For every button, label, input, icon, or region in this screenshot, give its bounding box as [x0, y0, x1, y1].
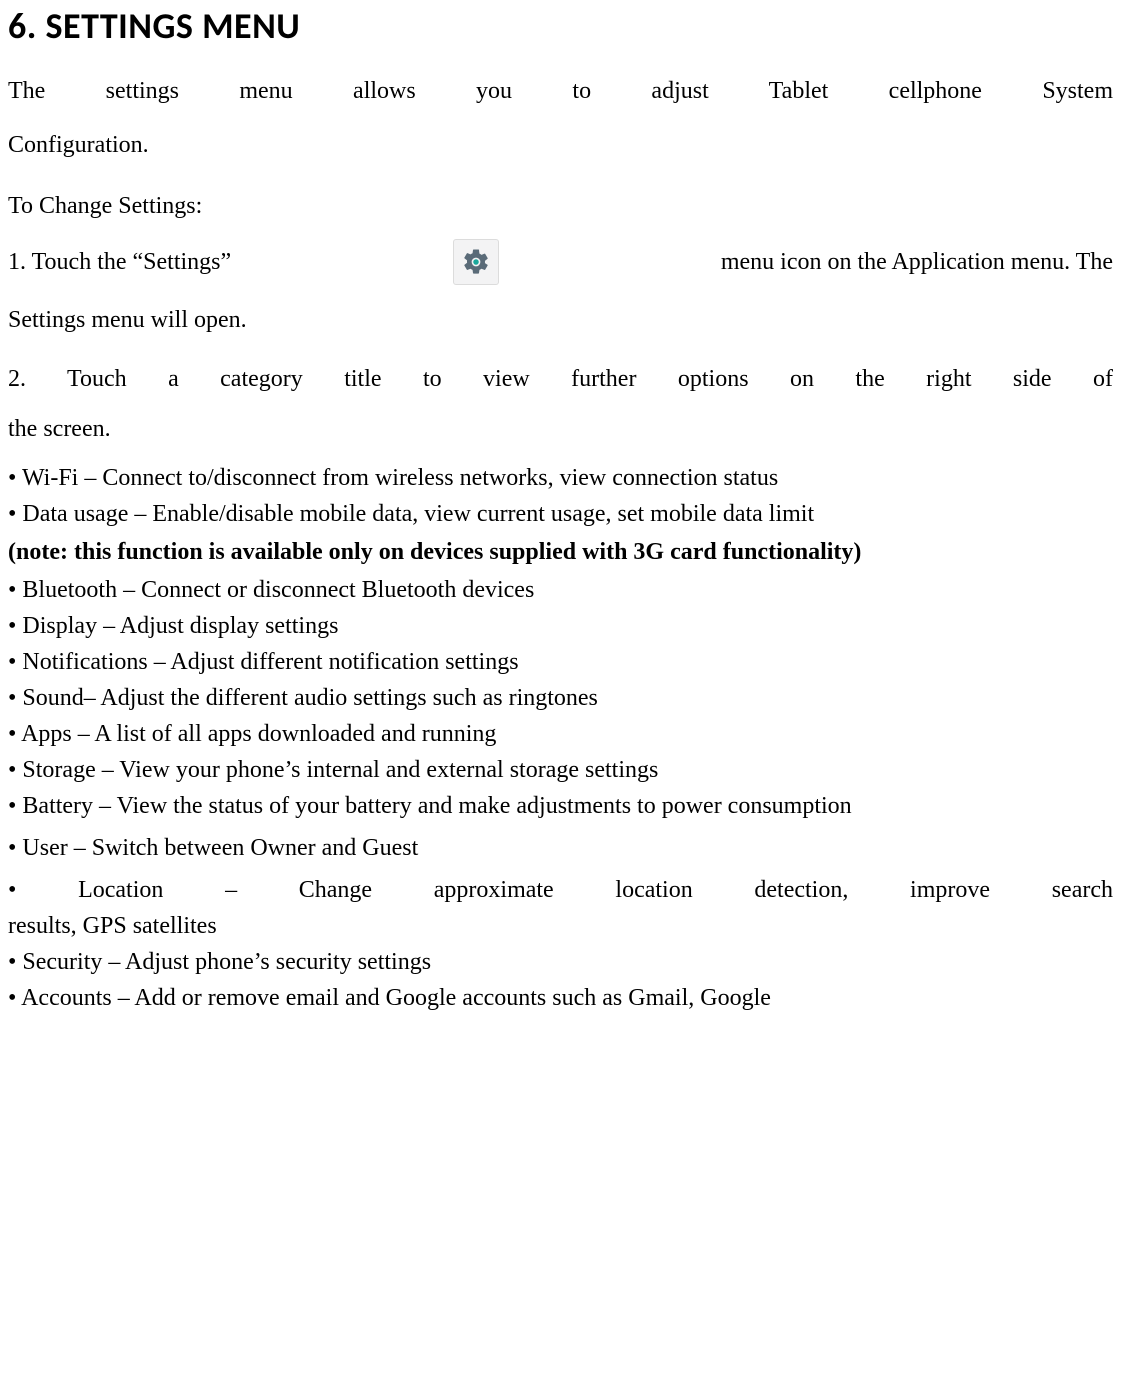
bullet-display: • Display – Adjust display settings [8, 608, 1113, 644]
step-1-continuation: Settings menu will open. [8, 295, 1113, 345]
step-1-text-left: 1. Touch the “Settings” [8, 249, 231, 276]
bullet-location-l1: • Location – Change approximate location… [8, 872, 1113, 908]
bullet-sound: • Sound– Adjust the different audio sett… [8, 680, 1113, 716]
bullet-notifications: • Notifications – Adjust different notif… [8, 644, 1113, 680]
bullet-battery: • Battery – View the status of your batt… [8, 788, 1113, 824]
bullet-data-usage: • Data usage – Enable/disable mobile dat… [8, 496, 1113, 532]
to-change-heading: To Change Settings: [8, 181, 1113, 231]
section-title: 6. SETTINGS MENU [8, 4, 1113, 48]
step-1-text-right: menu icon on the Application menu. The [721, 249, 1113, 276]
bullet-location-l2: results, GPS satellites [8, 908, 1113, 944]
note-3g: (note: this function is available only o… [8, 534, 1113, 570]
bullet-wifi: • Wi-Fi – Connect to/disconnect from wir… [8, 460, 1113, 496]
bullet-accounts: • Accounts – Add or remove email and Goo… [8, 980, 1113, 1016]
bullet-security: • Security – Adjust phone’s security set… [8, 944, 1113, 980]
intro-line-1: The settings menu allows you to adjust T… [8, 66, 1113, 116]
intro-line-2: Configuration. [8, 120, 1113, 170]
step-2-line-1: 2. Touch a category title to view furthe… [8, 354, 1113, 404]
bullet-apps: • Apps – A list of all apps downloaded a… [8, 716, 1113, 752]
bullet-storage: • Storage – View your phone’s internal a… [8, 752, 1113, 788]
settings-gear-icon [453, 239, 499, 285]
bullet-user: • User – Switch between Owner and Guest [8, 824, 1113, 872]
bullet-bluetooth: • Bluetooth – Connect or disconnect Blue… [8, 572, 1113, 608]
step-2-line-2: the screen. [8, 404, 1113, 454]
step-1-row: 1. Touch the “Settings” menu icon on the… [8, 239, 1113, 285]
